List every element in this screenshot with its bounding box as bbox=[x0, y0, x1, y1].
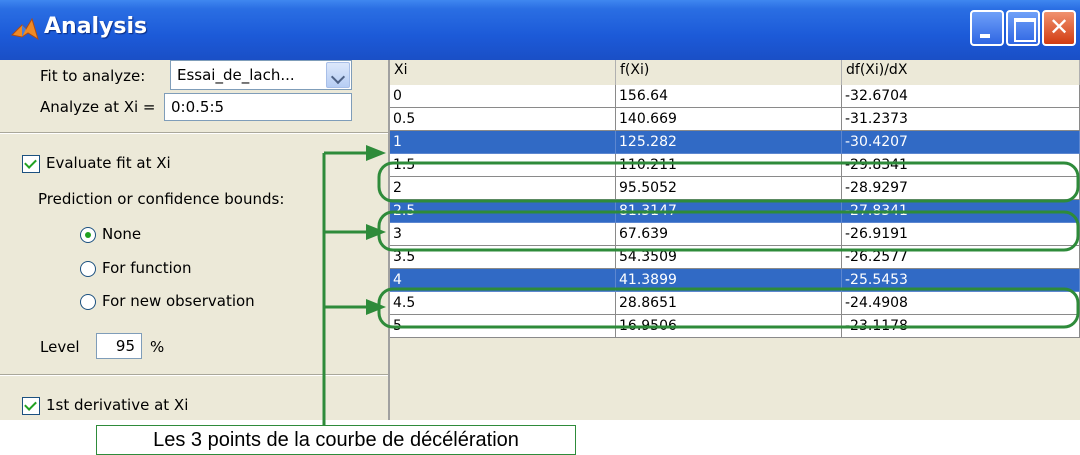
arrowhead-icon bbox=[366, 299, 386, 315]
highlight-oval-row-4 bbox=[377, 287, 1080, 329]
annotation-overlay bbox=[322, 145, 1080, 426]
annotation-caption: Les 3 points de la courbe de décélératio… bbox=[96, 425, 576, 455]
arrowhead-icon bbox=[366, 145, 386, 161]
highlight-oval-row-1 bbox=[377, 161, 1080, 203]
arrowhead-icon bbox=[366, 224, 386, 240]
highlight-oval-row-2-5 bbox=[377, 210, 1080, 252]
